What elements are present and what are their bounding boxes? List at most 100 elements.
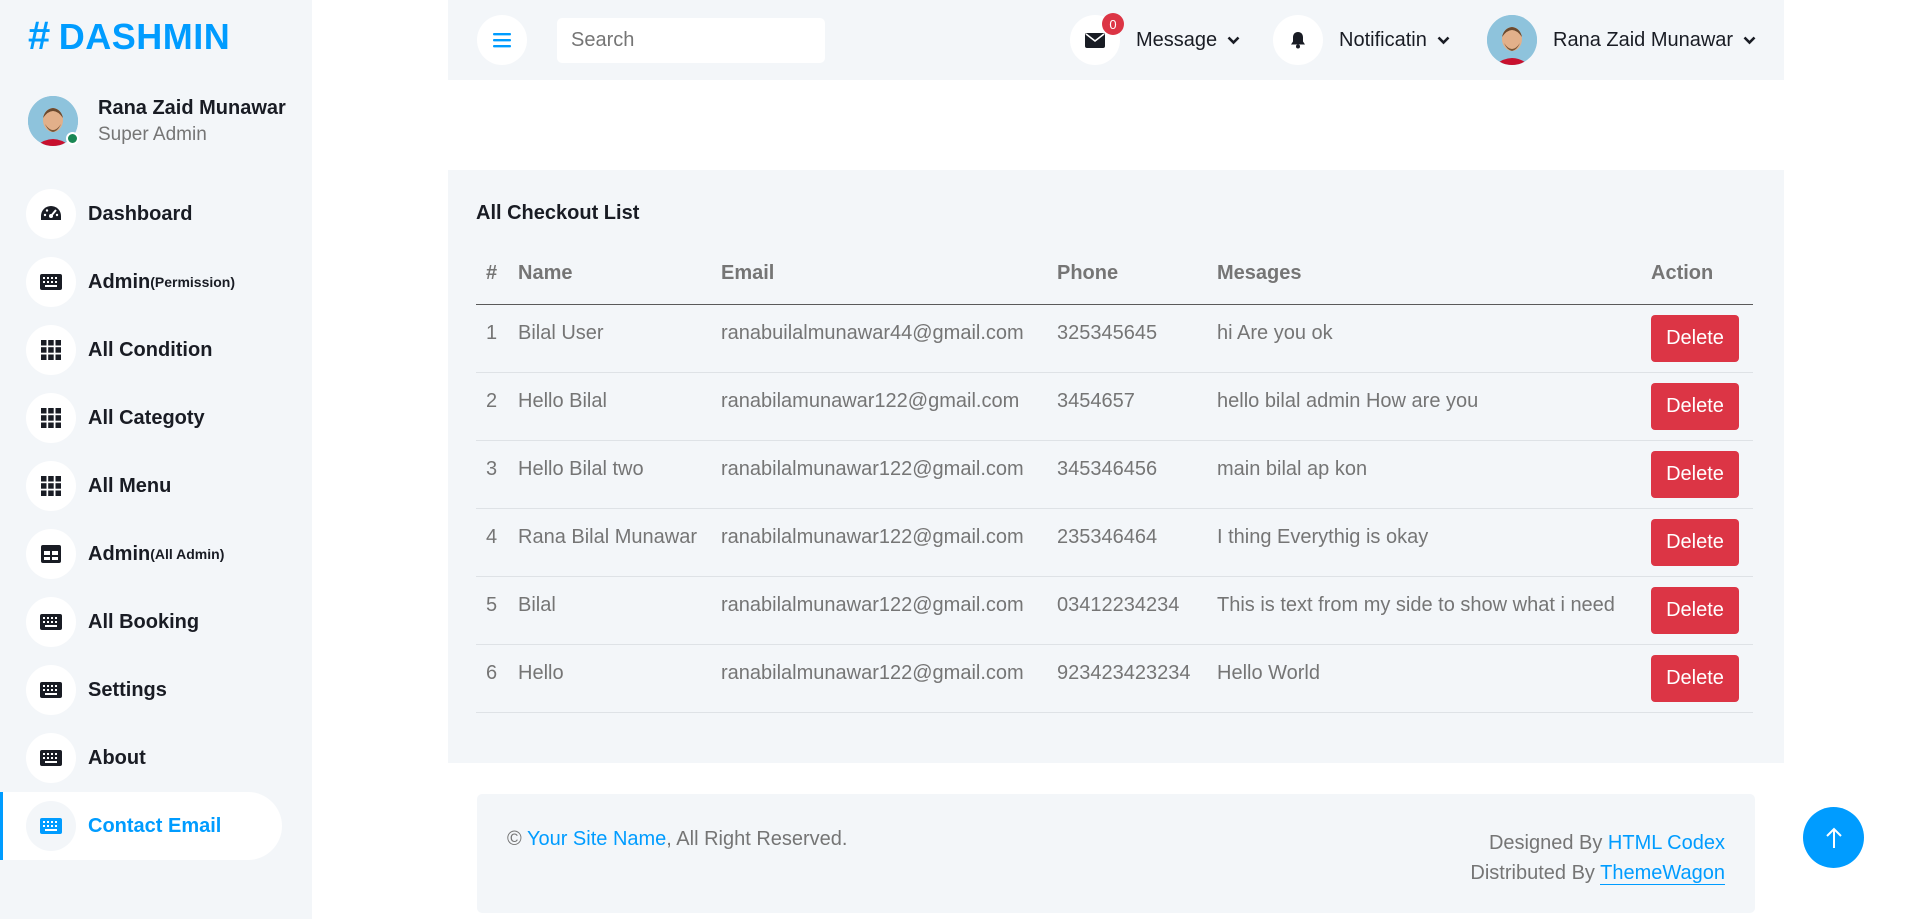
row-number: 1 <box>476 304 518 373</box>
message-dropdown[interactable]: 0 Message <box>1070 13 1240 65</box>
sidebar-item-all-category[interactable]: All Categoty <box>0 384 312 452</box>
sidebar-item-contact-email[interactable]: Contact Email <box>0 792 282 860</box>
card-title: All Checkout List <box>476 202 640 224</box>
row-email: ranabilalmunawar122@gmail.com <box>721 440 1057 509</box>
row-number: 2 <box>476 372 518 441</box>
row-message: This is text from my side to show what i… <box>1217 576 1651 645</box>
copyright-symbol: © <box>507 828 522 850</box>
row-name: Hello <box>518 644 721 713</box>
row-phone: 923423423234 <box>1057 644 1217 713</box>
row-email: ranabilalmunawar122@gmail.com <box>721 644 1057 713</box>
delete-button[interactable]: Delete <box>1651 314 1739 362</box>
profile-name: Rana Zaid Munawar <box>98 96 286 119</box>
sidebar: # DASHMIN Rana Zaid Munawar Super Admin … <box>0 0 312 919</box>
brand-hash-icon: # <box>28 14 51 58</box>
back-to-top-button[interactable] <box>1803 807 1864 868</box>
footer-credits: Designed By HTML Codex Distributed By Th… <box>1470 828 1725 888</box>
row-phone: 345346456 <box>1057 440 1217 509</box>
sidebar-item-label: Dashboard <box>88 202 193 225</box>
column-header-email: Email <box>721 262 1057 305</box>
row-name: Bilal User <box>518 304 721 373</box>
row-email: ranabilalmunawar122@gmail.com <box>721 576 1057 645</box>
search-input[interactable] <box>557 18 825 63</box>
sidebar-item-settings[interactable]: Settings <box>0 656 312 724</box>
user-name: Rana Zaid Munawar <box>1553 28 1734 51</box>
row-number: 4 <box>476 508 518 577</box>
sidebar-item-admin-all[interactable]: Admin (All Admin) <box>0 520 312 588</box>
chevron-down-icon <box>1227 36 1240 44</box>
hamburger-icon <box>493 33 511 48</box>
sidebar-item-all-condition[interactable]: All Condition <box>0 316 312 384</box>
footer-copyright: © Your Site Name, All Right Reserved. <box>507 828 848 851</box>
profile-role: Super Admin <box>98 123 207 145</box>
column-header-messages: Mesages <box>1217 262 1651 305</box>
sidebar-item-all-booking[interactable]: All Booking <box>0 588 312 656</box>
sidebar-item-label: All Menu <box>88 474 172 497</box>
site-name-link[interactable]: Your Site Name <box>527 828 666 850</box>
row-phone: 3454657 <box>1057 372 1217 441</box>
delete-button[interactable]: Delete <box>1651 654 1739 702</box>
sidebar-item-suffix: (Permission) <box>150 274 236 290</box>
sidebar-item-label: All Categoty <box>88 406 205 429</box>
sidebar-item-all-menu[interactable]: All Menu <box>0 452 312 520</box>
chevron-down-icon <box>1437 36 1450 44</box>
table-icon <box>26 529 76 579</box>
notification-dropdown[interactable]: Notificatin <box>1273 15 1450 65</box>
row-email: ranabilalmunawar122@gmail.com <box>721 508 1057 577</box>
row-action: Delete <box>1651 644 1753 713</box>
sidebar-item-label: All Condition <box>88 338 213 361</box>
table-row: 2 Hello Bilal ranabilamunawar122@gmail.c… <box>476 372 1753 441</box>
row-email: ranabuilalmunawar44@gmail.com <box>721 304 1057 373</box>
row-action: Delete <box>1651 508 1753 577</box>
delete-button[interactable]: Delete <box>1651 450 1739 498</box>
row-number: 3 <box>476 440 518 509</box>
row-action: Delete <box>1651 304 1753 373</box>
sidebar-item-label: Settings <box>88 678 167 701</box>
rights-text: , All Right Reserved. <box>666 828 848 850</box>
sidebar-item-label: Contact Email <box>88 814 222 837</box>
notification-label: Notificatin <box>1339 28 1427 51</box>
row-action: Delete <box>1651 372 1753 441</box>
bell-icon <box>1273 15 1323 65</box>
column-header-action: Action <box>1651 262 1753 305</box>
table-header-row: # Name Email Phone Mesages Action <box>476 262 1753 305</box>
grid-icon <box>26 393 76 443</box>
delete-button[interactable]: Delete <box>1651 382 1739 430</box>
table-row: 4 Rana Bilal Munawar ranabilalmunawar122… <box>476 508 1753 577</box>
sidebar-item-admin-permission[interactable]: Admin (Permission) <box>0 248 312 316</box>
html-codex-link[interactable]: HTML Codex <box>1608 832 1725 854</box>
column-header-number: # <box>476 262 518 305</box>
delete-button[interactable]: Delete <box>1651 518 1739 566</box>
row-name: Rana Bilal Munawar <box>518 508 721 577</box>
designed-by-label: Designed By <box>1488 832 1603 854</box>
sidebar-profile: Rana Zaid Munawar Super Admin <box>28 96 286 146</box>
arrow-up-icon <box>1825 827 1842 848</box>
delete-button[interactable]: Delete <box>1651 586 1739 634</box>
brand-logo[interactable]: # DASHMIN <box>28 14 230 59</box>
sidebar-toggle-button[interactable] <box>477 15 527 65</box>
themewagon-link[interactable]: ThemeWagon <box>1600 862 1725 885</box>
sidebar-item-label: Admin <box>88 542 151 565</box>
row-phone: 235346464 <box>1057 508 1217 577</box>
distributed-by-label: Distributed By <box>1470 862 1595 884</box>
row-message: I thing Everythig is okay <box>1217 508 1651 577</box>
row-action: Delete <box>1651 440 1753 509</box>
table-row: 3 Hello Bilal two ranabilalmunawar122@gm… <box>476 440 1753 509</box>
row-message: Hello World <box>1217 644 1651 713</box>
column-header-phone: Phone <box>1057 262 1217 305</box>
keyboard-icon <box>26 801 76 851</box>
row-number: 5 <box>476 576 518 645</box>
sidebar-item-about[interactable]: About <box>0 724 312 792</box>
user-dropdown[interactable]: Rana Zaid Munawar <box>1487 15 1756 65</box>
keyboard-icon <box>26 257 76 307</box>
table-row: 5 Bilal ranabilalmunawar122@gmail.com 03… <box>476 576 1753 645</box>
message-count-badge: 0 <box>1102 13 1124 35</box>
avatar-image <box>1487 15 1537 65</box>
blank-card <box>448 80 1784 170</box>
row-name: Hello Bilal <box>518 372 721 441</box>
chevron-down-icon <box>1743 36 1756 44</box>
sidebar-item-dashboard[interactable]: Dashboard <box>0 180 312 248</box>
sidebar-item-suffix: (All Admin) <box>150 546 225 562</box>
row-phone: 325345645 <box>1057 304 1217 373</box>
row-phone: 03412234234 <box>1057 576 1217 645</box>
